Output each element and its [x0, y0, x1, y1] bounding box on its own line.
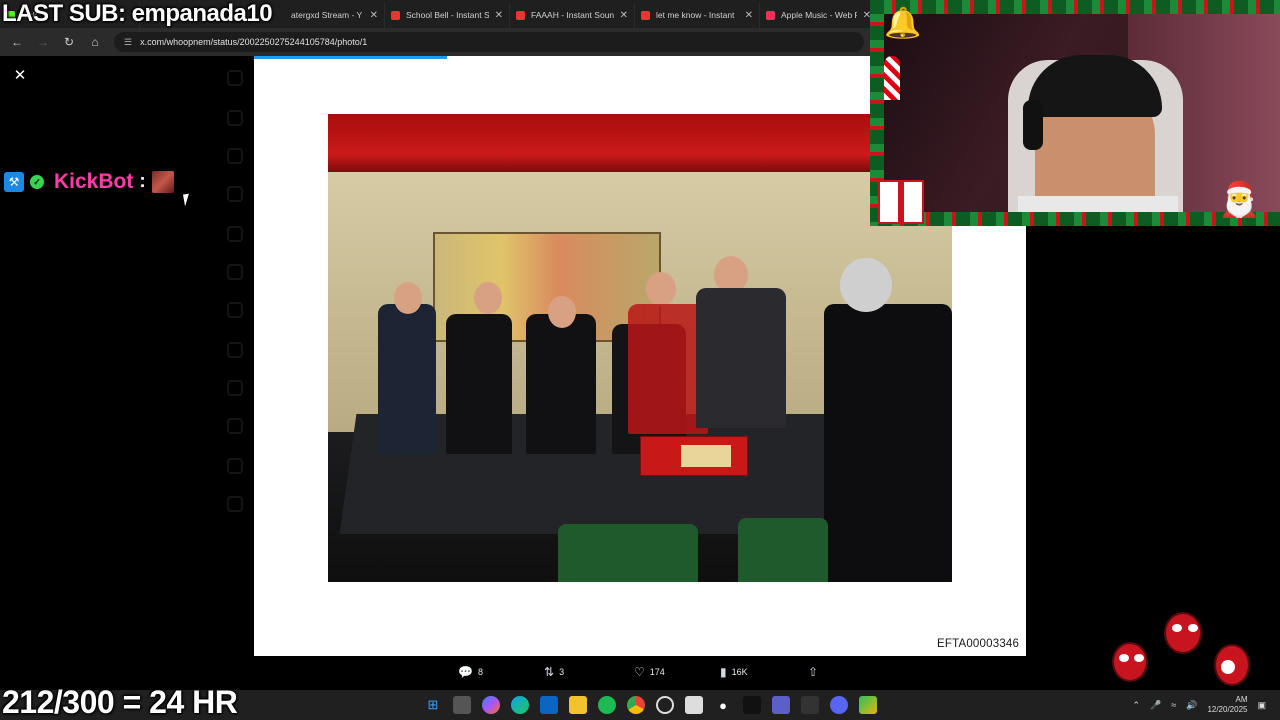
tab-label: atergxd Stream - Y [291, 10, 363, 20]
browser-tab[interactable]: Apple Music - Web Pl ✕ [760, 2, 878, 28]
christmas-bells-icon: 🔔 [884, 7, 922, 40]
views-button[interactable]: ▮ 16K [720, 662, 748, 682]
back-arrow-icon[interactable]: ← [6, 31, 28, 53]
verified-badge-icon: ✓ [30, 175, 44, 189]
myinstants-icon [641, 10, 650, 20]
close-icon[interactable]: ✕ [745, 10, 753, 21]
tab-label: Apple Music - Web Pl [781, 10, 857, 20]
document-id-label: EFTA00003346 [937, 638, 1020, 650]
chat-message: ⚒ ✓ KickBot : [4, 170, 174, 194]
share-icon: ⇧ [808, 665, 819, 679]
spiderman-stickers [1108, 612, 1258, 692]
teams-icon[interactable] [772, 696, 790, 714]
heart-icon: ♡ [634, 665, 645, 679]
close-icon[interactable]: ✕ [620, 10, 628, 21]
communities-icon [227, 418, 243, 434]
lists-icon [227, 342, 243, 358]
system-clock[interactable]: AM 12/20/2025 [1207, 695, 1247, 715]
repost-button[interactable]: ⇅ 3 [544, 662, 564, 682]
post-actions-bar: 💬 8 ⇅ 3 ♡ 174 ▮ 16K ⇧ [254, 662, 1026, 682]
broadcaster-badge-icon: ⚒ [4, 172, 24, 192]
loading-progress-bar [254, 56, 447, 59]
search-icon [227, 148, 243, 164]
clock-date: 12/20/2025 [1207, 705, 1248, 714]
chat-username: KickBot [54, 170, 134, 193]
chevron-up-icon[interactable]: ⌃ [1133, 700, 1141, 711]
candy-cane-icon [884, 56, 900, 100]
file-explorer-icon[interactable] [569, 696, 587, 714]
app-icon[interactable] [743, 696, 761, 714]
site-info-icon[interactable]: ☰ [124, 37, 132, 48]
clock-time: AM [1235, 695, 1248, 704]
messages-icon [227, 226, 243, 242]
myinstants-icon [516, 10, 525, 20]
bookmarks-icon [227, 380, 243, 396]
repost-count: 3 [559, 667, 565, 677]
share-button[interactable]: ⇧ [808, 662, 818, 682]
close-icon[interactable]: ✕ [370, 10, 378, 21]
like-count: 174 [649, 667, 665, 677]
tab-label: School Bell - Instant S [406, 10, 489, 20]
address-bar[interactable]: ☰ x.com/whoopnem/status/2002250275244105… [114, 32, 864, 52]
spotify-icon[interactable] [598, 696, 616, 714]
close-icon[interactable]: ✕ [495, 10, 503, 21]
microphone-icon[interactable]: 🎤 [1150, 700, 1161, 711]
sub-goal-overlay: 212/300 = 24 HR [2, 684, 238, 720]
copilot-icon[interactable] [482, 696, 500, 714]
browser-tab[interactable]: FAAAH - Instant Soun ✕ [510, 2, 635, 28]
discord-icon[interactable] [830, 696, 848, 714]
view-count: 16K [731, 667, 748, 677]
volume-icon[interactable]: 🔊 [1186, 700, 1197, 711]
notification-icon[interactable]: ▣ [1257, 700, 1266, 711]
profile-icon [227, 458, 243, 474]
myinstants-icon [391, 10, 400, 20]
forward-arrow-icon[interactable]: → [32, 31, 54, 53]
system-tray: ⌃ 🎤 ≈ 🔊 AM 12/20/2025 ▣ [1133, 690, 1267, 720]
headphones-icon [1023, 100, 1043, 150]
browser-tab[interactable]: let me know - Instant ✕ [635, 2, 760, 28]
reply-count: 8 [477, 667, 483, 677]
x-logo-icon [227, 70, 243, 86]
obs-icon[interactable] [656, 696, 674, 714]
task-view-icon[interactable] [453, 696, 471, 714]
grok-icon [227, 264, 243, 280]
photo-image [328, 114, 952, 582]
taskbar-apps: ⊞ ● [424, 690, 877, 720]
outlook-icon[interactable] [540, 696, 558, 714]
like-button[interactable]: ♡ 174 [634, 662, 665, 682]
wifi-icon[interactable]: ≈ [1171, 700, 1176, 710]
screen: Kick atergxd Stream - Y ✕ School Bell - … [0, 0, 1280, 720]
windows-start-icon[interactable]: ⊞ [424, 696, 442, 714]
x-icon [227, 302, 243, 318]
tab-label: FAAAH - Instant Soun [531, 10, 614, 20]
tab-label: let me know - Instant [656, 10, 735, 20]
last-sub-overlay: LAST SUB: empanada10 [2, 0, 273, 27]
repost-icon: ⇅ [544, 665, 555, 679]
home-icon[interactable]: ⌂ [84, 31, 106, 53]
reload-icon[interactable]: ↻ [58, 31, 80, 53]
notifications-icon [227, 186, 243, 202]
emote-image [151, 171, 174, 193]
app-icon[interactable] [859, 696, 877, 714]
browser-tab[interactable]: School Bell - Instant S ✕ [385, 2, 510, 28]
home-icon [227, 110, 243, 126]
browser-tab[interactable]: atergxd Stream - Y ✕ [285, 2, 385, 28]
chat-separator: : [139, 171, 146, 192]
gift-box-icon [878, 180, 924, 224]
photo-viewer-left-panel: ✕ [0, 56, 254, 656]
reply-icon: 💬 [458, 665, 473, 679]
close-icon[interactable]: ✕ [12, 68, 28, 84]
edge-icon[interactable] [511, 696, 529, 714]
chrome-icon[interactable] [627, 696, 645, 714]
more-icon [227, 496, 243, 512]
app-icon[interactable]: ● [714, 696, 732, 714]
url-text: x.com/whoopnem/status/200225027524410578… [140, 37, 368, 47]
red-box [640, 436, 748, 476]
santa-icon: 🎅 [1218, 181, 1261, 219]
analytics-icon: ▮ [720, 665, 727, 679]
reply-button[interactable]: 💬 8 [458, 662, 483, 682]
apple-music-icon [766, 10, 775, 20]
store-icon[interactable] [685, 696, 703, 714]
app-icon[interactable] [801, 696, 819, 714]
